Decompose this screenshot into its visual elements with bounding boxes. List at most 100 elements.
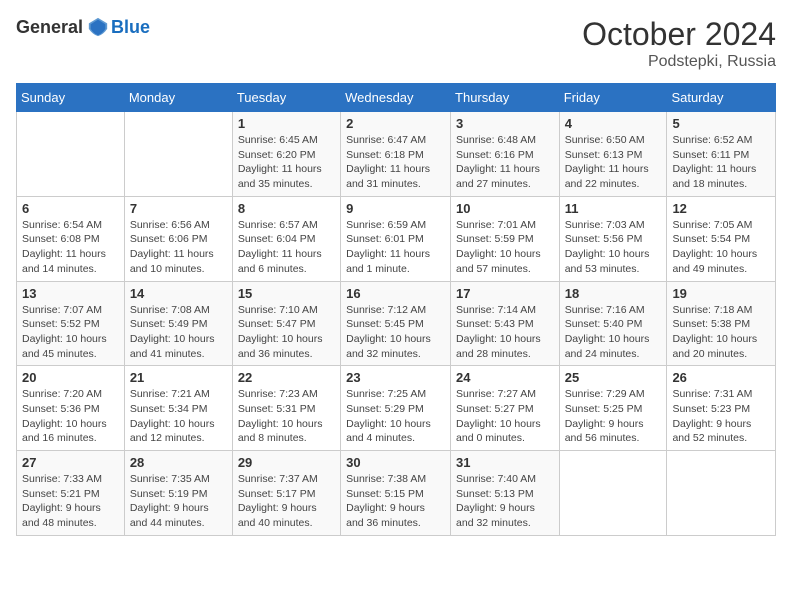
day-number: 20 — [22, 370, 119, 385]
day-number: 13 — [22, 286, 119, 301]
logo-general: General — [16, 17, 83, 38]
calendar-cell: 12Sunrise: 7:05 AM Sunset: 5:54 PM Dayli… — [667, 196, 776, 281]
logo: General Blue — [16, 16, 150, 38]
calendar-cell: 3 Sunrise: 6:48 AM Sunset: 6:16 PM Daylig… — [451, 112, 560, 197]
calendar-cell: 14 Sunrise: 7:08 AM Sunset: 5:49 PM Dayli… — [124, 281, 232, 366]
day-info: Sunrise: 7:27 AM Sunset: 5:27 PM Dayligh… — [456, 387, 554, 446]
calendar-cell: 28 Sunrise: 7:35 AM Sunset: 5:19 PM Dayli… — [124, 451, 232, 536]
location-title: Podstepki, Russia — [582, 53, 776, 71]
day-number: 31 — [456, 455, 554, 470]
calendar-cell: 21Sunrise: 7:21 AM Sunset: 5:34 PM Dayli… — [124, 366, 232, 451]
day-number: 22 — [238, 370, 335, 385]
day-number: 1 — [238, 116, 335, 131]
weekday-header-row: SundayMondayTuesdayWednesdayThursdayFrid… — [17, 84, 776, 112]
day-info: Sunrise: 6:50 AM Sunset: 6:13 PM Dayligh… — [565, 133, 662, 192]
day-number: 11 — [565, 201, 662, 216]
day-info: Sunrise: 7:07 AM Sunset: 5:52 PM Dayligh… — [22, 303, 119, 362]
weekday-header-thursday: Thursday — [451, 84, 560, 112]
day-number: 15 — [238, 286, 335, 301]
day-number: 14 — [130, 286, 227, 301]
calendar-cell: 6Sunrise: 6:54 AM Sunset: 6:08 PM Daylig… — [17, 196, 125, 281]
day-info: Sunrise: 7:29 AM Sunset: 5:25 PM Dayligh… — [565, 387, 662, 446]
calendar-cell: 29 Sunrise: 7:37 AM Sunset: 5:17 PM Dayli… — [232, 451, 340, 536]
day-info: Sunrise: 7:01 AM Sunset: 5:59 PM Dayligh… — [456, 218, 554, 277]
day-info: Sunrise: 7:08 AM Sunset: 5:49 PM Dayligh… — [130, 303, 227, 362]
day-number: 9 — [346, 201, 445, 216]
calendar-cell: 24 Sunrise: 7:27 AM Sunset: 5:27 PM Dayli… — [451, 366, 560, 451]
day-number: 26 — [672, 370, 770, 385]
calendar-cell: 20 Sunrise: 7:20 AM Sunset: 5:36 PM Dayli… — [17, 366, 125, 451]
day-info: Sunrise: 7:14 AM Sunset: 5:43 PM Dayligh… — [456, 303, 554, 362]
day-info: Sunrise: 6:54 AM Sunset: 6:08 PM Dayligh… — [22, 218, 119, 277]
day-number: 25 — [565, 370, 662, 385]
title-block: October 2024 Podstepki, Russia — [582, 16, 776, 71]
day-info: Sunrise: 7:31 AM Sunset: 5:23 PM Dayligh… — [672, 387, 770, 446]
day-number: 7 — [130, 201, 227, 216]
day-info: Sunrise: 7:33 AM Sunset: 5:21 PM Dayligh… — [22, 472, 119, 531]
calendar-cell: 9 Sunrise: 6:59 AM Sunset: 6:01 PM Daylig… — [341, 196, 451, 281]
calendar-cell: 1Sunrise: 6:45 AM Sunset: 6:20 PM Daylig… — [232, 112, 340, 197]
calendar-cell: 15Sunrise: 7:10 AM Sunset: 5:47 PM Dayli… — [232, 281, 340, 366]
calendar-cell — [17, 112, 125, 197]
day-info: Sunrise: 7:40 AM Sunset: 5:13 PM Dayligh… — [456, 472, 554, 531]
calendar-cell: 13 Sunrise: 7:07 AM Sunset: 5:52 PM Dayli… — [17, 281, 125, 366]
calendar-table: SundayMondayTuesdayWednesdayThursdayFrid… — [16, 83, 776, 536]
day-info: Sunrise: 6:59 AM Sunset: 6:01 PM Dayligh… — [346, 218, 445, 277]
day-info: Sunrise: 6:48 AM Sunset: 6:16 PM Dayligh… — [456, 133, 554, 192]
calendar-cell: 4 Sunrise: 6:50 AM Sunset: 6:13 PM Daylig… — [559, 112, 667, 197]
calendar-week-2: 6Sunrise: 6:54 AM Sunset: 6:08 PM Daylig… — [17, 196, 776, 281]
calendar-cell: 19 Sunrise: 7:18 AM Sunset: 5:38 PM Dayli… — [667, 281, 776, 366]
calendar-cell: 16Sunrise: 7:12 AM Sunset: 5:45 PM Dayli… — [341, 281, 451, 366]
calendar-cell: 26 Sunrise: 7:31 AM Sunset: 5:23 PM Dayli… — [667, 366, 776, 451]
day-info: Sunrise: 6:56 AM Sunset: 6:06 PM Dayligh… — [130, 218, 227, 277]
calendar-cell: 2Sunrise: 6:47 AM Sunset: 6:18 PM Daylig… — [341, 112, 451, 197]
calendar-cell: 30Sunrise: 7:38 AM Sunset: 5:15 PM Dayli… — [341, 451, 451, 536]
day-info: Sunrise: 6:57 AM Sunset: 6:04 PM Dayligh… — [238, 218, 335, 277]
calendar-header: SundayMondayTuesdayWednesdayThursdayFrid… — [17, 84, 776, 112]
calendar-cell — [124, 112, 232, 197]
day-info: Sunrise: 7:20 AM Sunset: 5:36 PM Dayligh… — [22, 387, 119, 446]
weekday-header-monday: Monday — [124, 84, 232, 112]
day-number: 19 — [672, 286, 770, 301]
day-number: 24 — [456, 370, 554, 385]
day-info: Sunrise: 7:35 AM Sunset: 5:19 PM Dayligh… — [130, 472, 227, 531]
day-number: 27 — [22, 455, 119, 470]
calendar-cell: 11 Sunrise: 7:03 AM Sunset: 5:56 PM Dayli… — [559, 196, 667, 281]
calendar-cell — [559, 451, 667, 536]
calendar-cell: 22Sunrise: 7:23 AM Sunset: 5:31 PM Dayli… — [232, 366, 340, 451]
weekday-header-friday: Friday — [559, 84, 667, 112]
calendar-cell: 25 Sunrise: 7:29 AM Sunset: 5:25 PM Dayli… — [559, 366, 667, 451]
day-info: Sunrise: 7:16 AM Sunset: 5:40 PM Dayligh… — [565, 303, 662, 362]
day-number: 3 — [456, 116, 554, 131]
day-number: 10 — [456, 201, 554, 216]
day-number: 2 — [346, 116, 445, 131]
day-info: Sunrise: 7:25 AM Sunset: 5:29 PM Dayligh… — [346, 387, 445, 446]
calendar-cell: 31 Sunrise: 7:40 AM Sunset: 5:13 PM Dayli… — [451, 451, 560, 536]
day-number: 18 — [565, 286, 662, 301]
day-info: Sunrise: 6:52 AM Sunset: 6:11 PM Dayligh… — [672, 133, 770, 192]
calendar-cell: 27 Sunrise: 7:33 AM Sunset: 5:21 PM Dayli… — [17, 451, 125, 536]
day-number: 8 — [238, 201, 335, 216]
day-info: Sunrise: 7:03 AM Sunset: 5:56 PM Dayligh… — [565, 218, 662, 277]
day-info: Sunrise: 7:38 AM Sunset: 5:15 PM Dayligh… — [346, 472, 445, 531]
day-info: Sunrise: 7:18 AM Sunset: 5:38 PM Dayligh… — [672, 303, 770, 362]
day-number: 21 — [130, 370, 227, 385]
calendar-cell: 5Sunrise: 6:52 AM Sunset: 6:11 PM Daylig… — [667, 112, 776, 197]
day-number: 4 — [565, 116, 662, 131]
calendar-cell: 18 Sunrise: 7:16 AM Sunset: 5:40 PM Dayli… — [559, 281, 667, 366]
weekday-header-tuesday: Tuesday — [232, 84, 340, 112]
calendar-week-5: 27 Sunrise: 7:33 AM Sunset: 5:21 PM Dayli… — [17, 451, 776, 536]
day-number: 29 — [238, 455, 335, 470]
calendar-week-4: 20 Sunrise: 7:20 AM Sunset: 5:36 PM Dayli… — [17, 366, 776, 451]
weekday-header-wednesday: Wednesday — [341, 84, 451, 112]
logo-blue: Blue — [111, 17, 150, 38]
day-number: 28 — [130, 455, 227, 470]
weekday-header-sunday: Sunday — [17, 84, 125, 112]
calendar-cell: 23 Sunrise: 7:25 AM Sunset: 5:29 PM Dayli… — [341, 366, 451, 451]
day-info: Sunrise: 7:37 AM Sunset: 5:17 PM Dayligh… — [238, 472, 335, 531]
day-number: 17 — [456, 286, 554, 301]
day-number: 23 — [346, 370, 445, 385]
day-number: 16 — [346, 286, 445, 301]
day-info: Sunrise: 7:05 AM Sunset: 5:54 PM Dayligh… — [672, 218, 770, 277]
calendar-cell: 10 Sunrise: 7:01 AM Sunset: 5:59 PM Dayli… — [451, 196, 560, 281]
